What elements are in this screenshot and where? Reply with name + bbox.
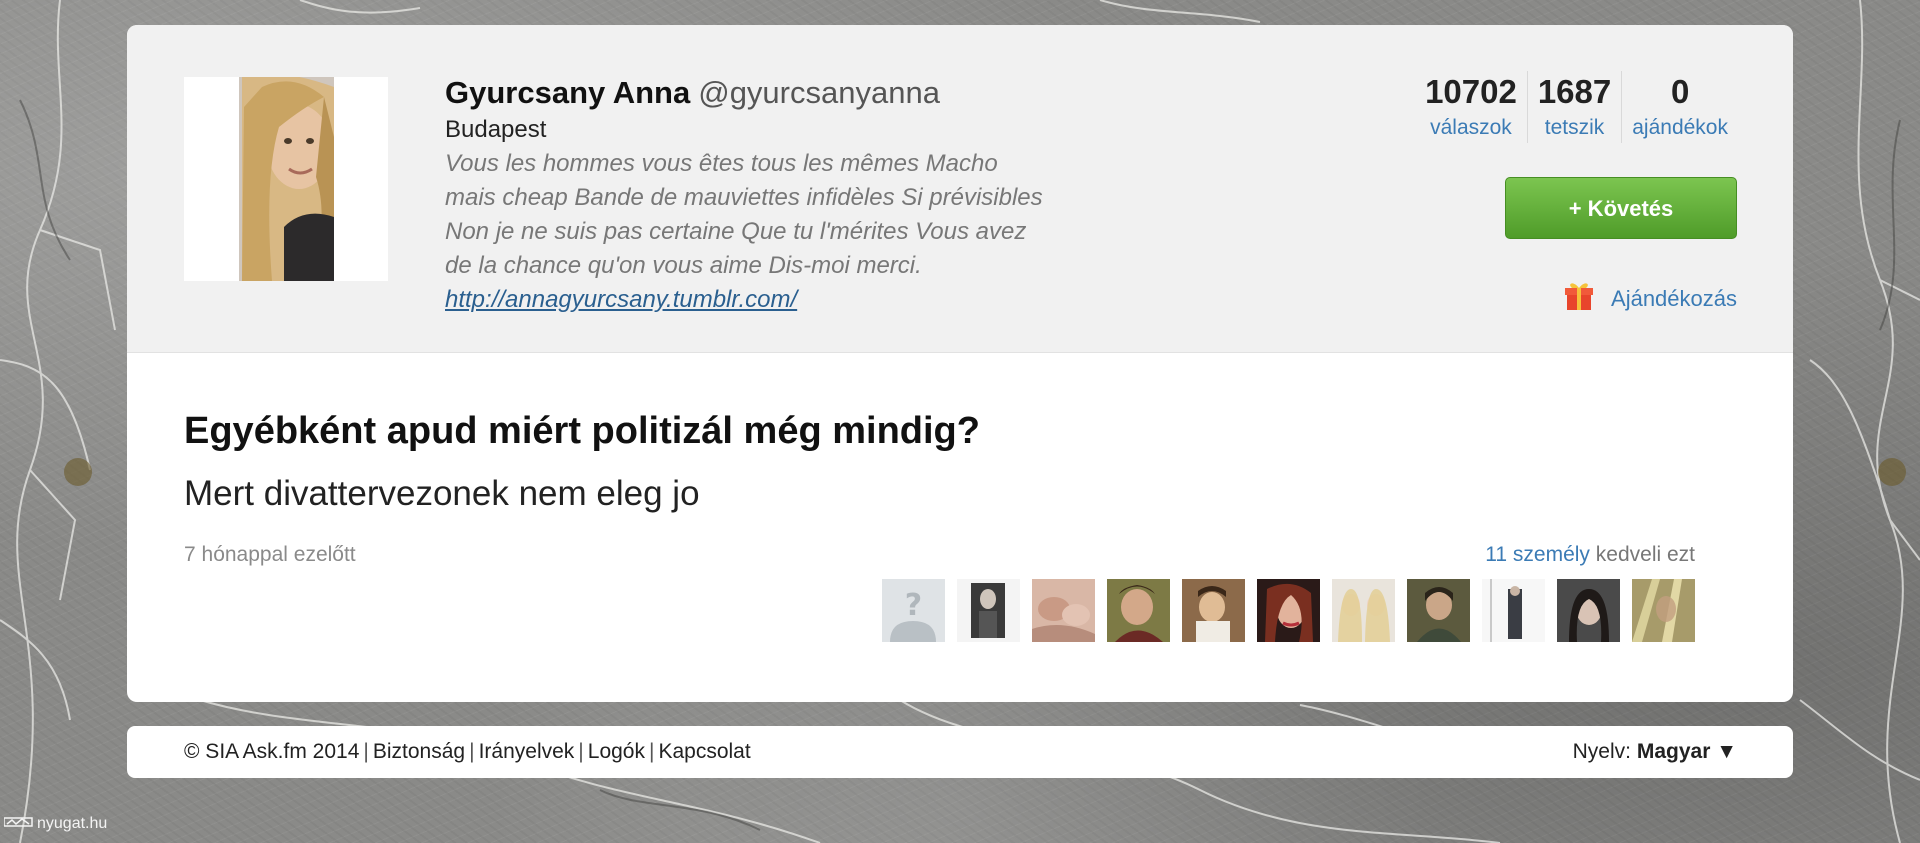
stat-value: 1687 <box>1537 73 1612 110</box>
liker-avatar-3[interactable] <box>1107 579 1170 642</box>
watermark-logo-icon <box>3 815 34 833</box>
stat-value: 10702 <box>1425 73 1517 110</box>
stat-label: tetszik <box>1544 116 1605 139</box>
liker-avatar-1[interactable] <box>957 579 1020 642</box>
liker-avatar-10[interactable] <box>1632 579 1695 642</box>
footer-link-guidelines[interactable]: Irányelvek <box>479 740 575 763</box>
liker-avatar-6[interactable] <box>1332 579 1395 642</box>
footer-separator: | <box>578 740 584 763</box>
profile-stats: 10702 válaszok 1687 tetszik 0 ajándékok <box>1415 71 1738 143</box>
liker-avatar-2[interactable] <box>1032 579 1095 642</box>
likers-list: ? <box>882 579 1695 642</box>
footer-separator: | <box>363 740 369 763</box>
stat-likes[interactable]: 1687 tetszik <box>1526 71 1621 143</box>
profile-avatar[interactable] <box>184 77 388 281</box>
profile-name-line: Gyurcsany Anna @gyurcsanyanna <box>445 73 1205 113</box>
liker-avatar-7[interactable] <box>1407 579 1470 642</box>
footer-link-security[interactable]: Biztonság <box>373 740 465 763</box>
gift-icon <box>1563 280 1595 318</box>
stat-label: ajándékok <box>1632 116 1728 139</box>
profile-card: Gyurcsany Anna @gyurcsanyanna Budapest Vo… <box>127 25 1793 702</box>
question-text[interactable]: Egyébként apud miért politizál még mindi… <box>184 410 980 453</box>
profile-website-link[interactable]: http://annagyurcsany.tumblr.com/ <box>445 286 797 313</box>
liker-avatar-9[interactable] <box>1557 579 1620 642</box>
follow-button[interactable]: + Követés <box>1505 177 1737 239</box>
profile-info: Gyurcsany Anna @gyurcsanyanna Budapest Vo… <box>445 73 1205 317</box>
profile-name: Gyurcsany Anna <box>445 75 691 110</box>
profile-bio: Vous les hommes vous êtes tous les mêmes… <box>445 150 1043 279</box>
profile-handle: @gyurcsanyanna <box>698 75 940 110</box>
language-label: Nyelv: <box>1572 740 1631 763</box>
stat-answers[interactable]: 10702 válaszok <box>1415 71 1527 143</box>
footer-separator: | <box>648 740 655 763</box>
footer-links: © SIA Ask.fm 2014 | Biztonság | Irányelvek | L… <box>184 726 751 778</box>
footer-separator: | <box>469 740 475 763</box>
footer-link-logos[interactable]: Logók <box>588 740 645 763</box>
footer: © SIA Ask.fm 2014 | Biztonság | Irányelvek | L… <box>127 726 1793 778</box>
watermark: nyugat.hu <box>3 815 108 833</box>
likes-summary: 11 személy kedveli ezt <box>1485 543 1695 567</box>
gift-label: Ajándékozás <box>1611 286 1737 311</box>
liker-avatar-8[interactable] <box>1482 579 1545 642</box>
likes-count-link[interactable]: 11 személy <box>1485 543 1590 566</box>
stat-value: 0 <box>1670 73 1690 110</box>
likes-suffix: kedveli ezt <box>1595 543 1695 566</box>
liker-avatar-4[interactable] <box>1182 579 1245 642</box>
answer-timestamp[interactable]: 7 hónappal ezelőtt <box>184 543 356 567</box>
stat-label: válaszok <box>1430 116 1512 139</box>
footer-link-contact[interactable]: Kapcsolat <box>658 740 750 763</box>
profile-location: Budapest <box>445 116 547 143</box>
footer-copyright-link[interactable]: © SIA Ask.fm 2014 <box>184 740 359 763</box>
watermark-text: nyugat.hu <box>37 815 108 832</box>
answer-text: Mert divattervezonek nem eleg jo <box>184 474 700 513</box>
default-avatar-icon[interactable]: ? <box>882 579 945 642</box>
profile-header: Gyurcsany Anna @gyurcsanyanna Budapest Vo… <box>127 25 1793 353</box>
gift-button[interactable]: Ajándékozás <box>1563 280 1737 318</box>
language-selector[interactable]: Nyelv: Magyar ▼ <box>1573 726 1737 778</box>
svg-text:?: ? <box>905 588 922 623</box>
language-value[interactable]: Magyar ▼ <box>1637 740 1737 763</box>
liker-avatar-5[interactable] <box>1257 579 1320 642</box>
stat-gifts[interactable]: 0 ajándékok <box>1621 71 1738 143</box>
